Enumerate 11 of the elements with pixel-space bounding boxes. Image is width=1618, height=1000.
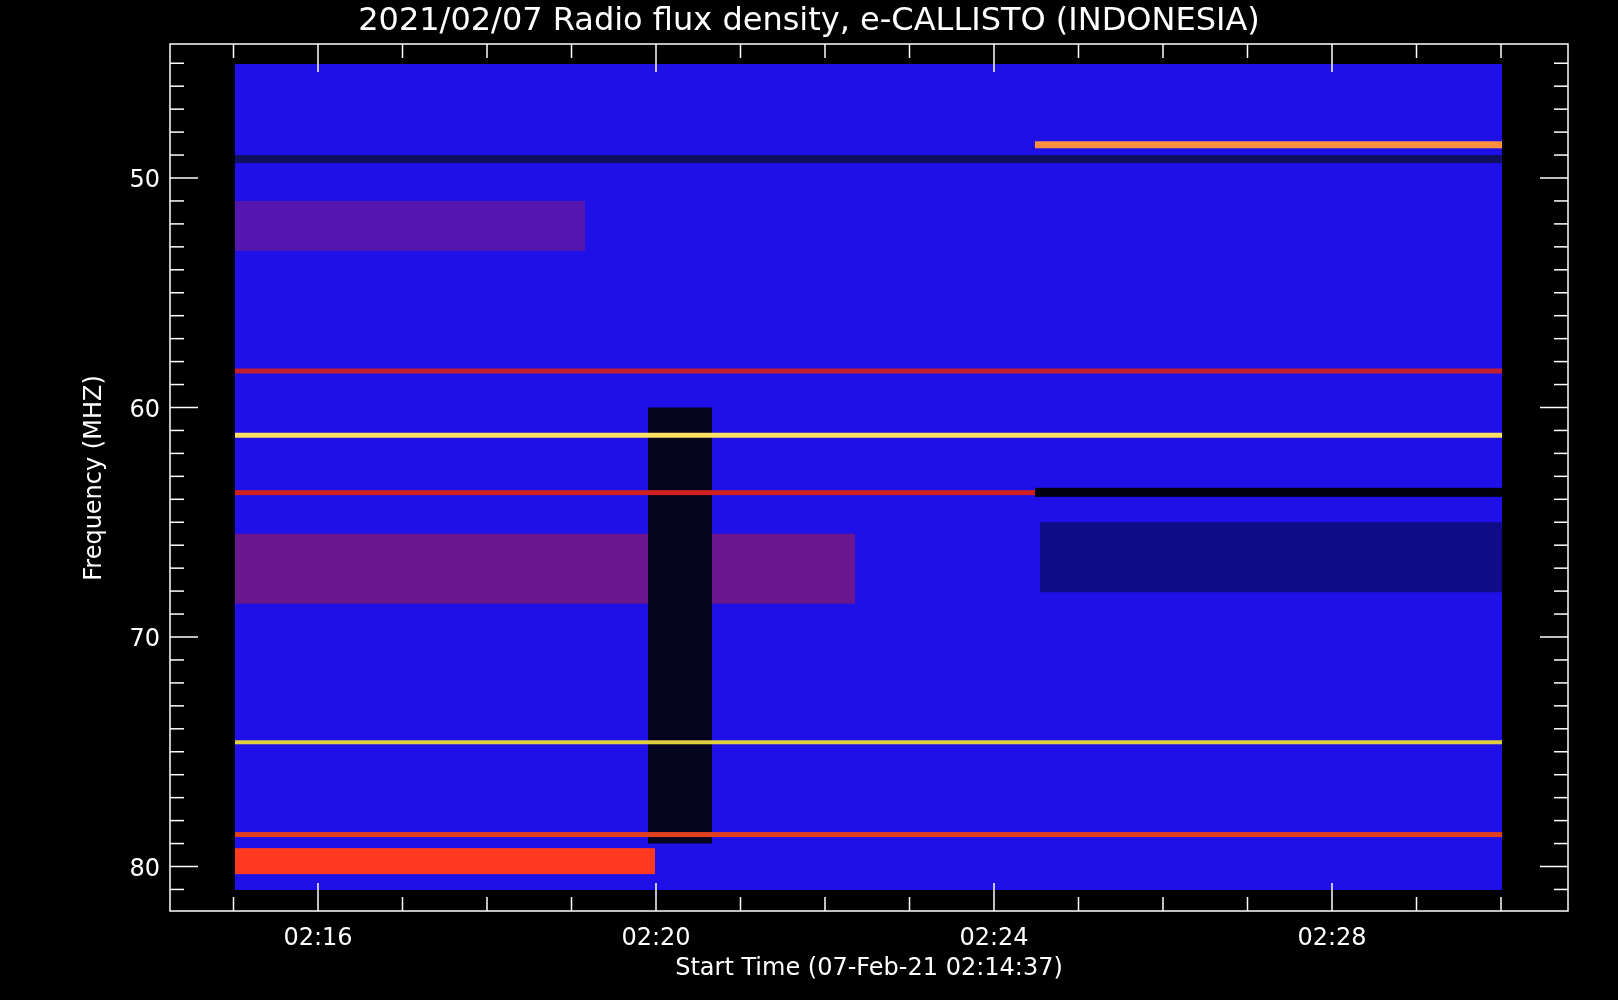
x-tick-label: 02:16 xyxy=(283,923,353,951)
y-tick-label: 70 xyxy=(129,624,160,652)
x-axis-label: Start Time (07-Feb-21 02:14:37) xyxy=(675,953,1063,981)
y-axis-label: Frequency (MHZ) xyxy=(79,375,107,581)
y-tick-label: 80 xyxy=(129,853,160,882)
x-tick-label: 02:28 xyxy=(1297,923,1367,951)
x-tick-label: 02:20 xyxy=(621,923,691,951)
x-tick-label: 02:24 xyxy=(959,923,1029,951)
y-tick-label: 60 xyxy=(129,394,160,423)
chart-title: 2021/02/07 Radio flux density, e-CALLISTO (INDONESIA) xyxy=(358,0,1260,38)
y-tick-label: 50 xyxy=(129,165,160,193)
